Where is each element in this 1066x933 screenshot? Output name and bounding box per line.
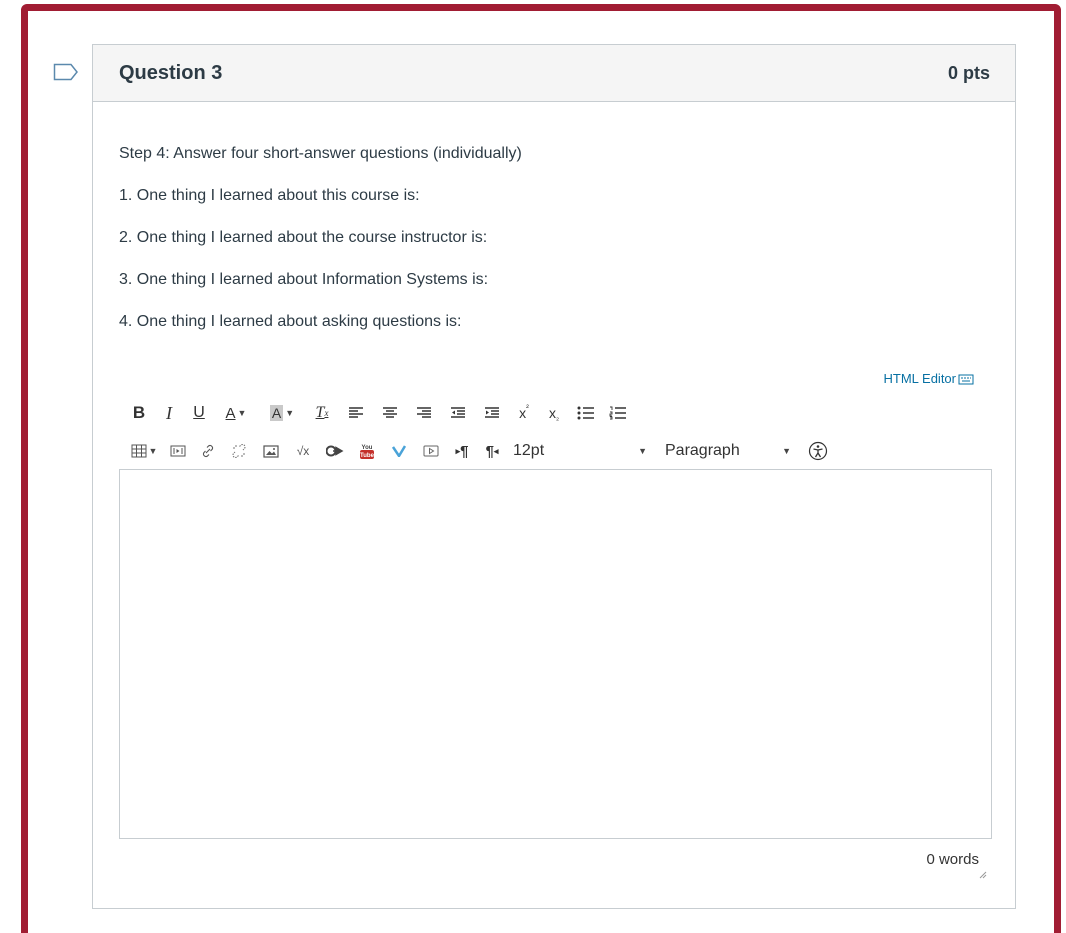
font-size-value: 12pt bbox=[513, 442, 545, 459]
editor-toolbar-row-1: B I U A ▼ A ▼ Tx x² x₂ bbox=[125, 398, 1005, 428]
vimeo-button[interactable] bbox=[383, 438, 415, 464]
chevron-down-icon: ▼ bbox=[237, 408, 247, 418]
bold-button[interactable]: B bbox=[125, 400, 153, 426]
outdent-icon bbox=[451, 407, 465, 418]
text-color-icon: A bbox=[225, 404, 236, 422]
question-line: 4. One thing I learned about asking ques… bbox=[119, 313, 462, 330]
vimeo-icon bbox=[392, 445, 406, 457]
question-line: 1. One thing I learned about this course… bbox=[119, 187, 420, 204]
question-title: Question 3 bbox=[119, 61, 223, 84]
equation-button[interactable]: √x bbox=[287, 438, 319, 464]
link-icon bbox=[202, 444, 214, 458]
chevron-down-icon: ▼ bbox=[285, 408, 295, 418]
html-editor-link[interactable]: HTML Editor bbox=[884, 371, 974, 386]
question-line: 3. One thing I learned about Information… bbox=[119, 271, 489, 288]
table-button[interactable]: ▼ bbox=[125, 438, 163, 464]
flag-question-icon[interactable] bbox=[53, 63, 79, 81]
indent-button[interactable] bbox=[475, 400, 509, 426]
keyboard-icon bbox=[958, 374, 974, 384]
subscript-button[interactable]: x₂ bbox=[539, 400, 569, 426]
numbered-list-button[interactable] bbox=[603, 400, 633, 426]
unlink-button[interactable] bbox=[223, 438, 255, 464]
chevron-down-icon: ▼ bbox=[148, 446, 158, 456]
media-icon bbox=[170, 445, 186, 457]
image-icon bbox=[263, 444, 279, 458]
svg-text:Tube: Tube bbox=[360, 453, 375, 459]
bullet-list-button[interactable] bbox=[569, 400, 603, 426]
background-color-button[interactable]: A ▼ bbox=[259, 400, 305, 426]
block-format-value: Paragraph bbox=[665, 442, 740, 459]
question-text: Step 4: Answer four short-answer questio… bbox=[93, 144, 1015, 354]
media-button[interactable] bbox=[163, 438, 193, 464]
chevron-down-icon: ▼ bbox=[782, 446, 791, 456]
block-format-select[interactable]: Paragraph ▼ bbox=[665, 442, 795, 460]
outdent-button[interactable] bbox=[441, 400, 475, 426]
chevron-down-icon: ▼ bbox=[638, 446, 647, 456]
link-button[interactable] bbox=[193, 438, 223, 464]
youtube-icon: YouTube bbox=[360, 445, 375, 459]
align-left-icon bbox=[349, 407, 363, 418]
arrow-right-icon bbox=[326, 445, 344, 457]
align-center-icon bbox=[383, 407, 397, 418]
clear-formatting-button[interactable]: Tx bbox=[305, 400, 339, 426]
resize-handle-icon[interactable] bbox=[977, 869, 987, 879]
rtl-paragraph-button[interactable]: ¶ ◂ bbox=[477, 438, 507, 464]
underline-button[interactable]: U bbox=[185, 400, 213, 426]
align-left-button[interactable] bbox=[339, 400, 373, 426]
italic-button[interactable]: I bbox=[153, 400, 185, 426]
indent-icon bbox=[485, 407, 499, 418]
editor-toolbar-row-2: ▼ √x You Tube ▸ ¶ ¶ ◂ 12pt ▼ Paragraph ▼ bbox=[125, 436, 1005, 466]
question-line: 2. One thing I learned about the course … bbox=[119, 229, 488, 246]
accessibility-icon bbox=[808, 441, 828, 461]
bullet-list-icon bbox=[577, 406, 594, 420]
text-color-button[interactable]: A ▼ bbox=[213, 400, 259, 426]
ltr-paragraph-button[interactable]: ▸ ¶ bbox=[447, 438, 477, 464]
superscript-button[interactable]: x² bbox=[509, 400, 539, 426]
word-count: 0 words bbox=[926, 851, 979, 868]
font-size-select[interactable]: 12pt ▼ bbox=[513, 442, 661, 460]
youtube-button[interactable]: You Tube bbox=[351, 438, 383, 464]
play-icon bbox=[423, 445, 439, 457]
accessibility-checker-button[interactable] bbox=[801, 438, 835, 464]
image-button[interactable] bbox=[255, 438, 287, 464]
question-line: Step 4: Answer four short-answer questio… bbox=[119, 145, 522, 162]
question-points: 0 pts bbox=[947, 62, 990, 83]
unlink-icon bbox=[232, 443, 246, 459]
answer-text bbox=[120, 470, 991, 490]
html-editor-label: HTML Editor bbox=[883, 371, 956, 386]
align-right-icon bbox=[417, 407, 431, 418]
question-header: Question 3 0 pts bbox=[93, 45, 1015, 102]
table-icon bbox=[131, 444, 147, 458]
align-right-button[interactable] bbox=[407, 400, 441, 426]
question-card: Question 3 0 pts Step 4: Answer four sho… bbox=[92, 44, 1016, 909]
lti-tool-button[interactable] bbox=[319, 438, 351, 464]
answer-editor[interactable] bbox=[119, 469, 992, 839]
align-center-button[interactable] bbox=[373, 400, 407, 426]
numbered-list-icon bbox=[609, 406, 626, 420]
media-player-button[interactable] bbox=[415, 438, 447, 464]
background-color-icon: A bbox=[269, 405, 284, 421]
